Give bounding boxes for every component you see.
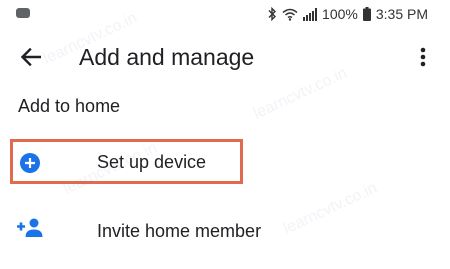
invite-home-member-label: Invite home member: [97, 221, 262, 241]
bluetooth-icon: [267, 7, 277, 21]
overflow-menu-button[interactable]: [410, 44, 436, 74]
invite-home-member-item[interactable]: Invite home member: [0, 206, 450, 254]
more-vert-icon: [420, 47, 426, 72]
notification-icon: [16, 8, 30, 18]
signal-icon: [303, 7, 318, 21]
battery-percent: 100%: [322, 6, 358, 22]
add-circle-icon: [19, 152, 41, 174]
status-bar: 100% 3:35 PM: [0, 0, 450, 28]
set-up-device-label: Set up device: [97, 152, 207, 172]
app-bar: Add and manage: [0, 36, 450, 80]
arrow-back-icon: [20, 47, 42, 71]
set-up-device-item[interactable]: Set up device: [0, 138, 450, 186]
section-heading: Add to home: [18, 96, 121, 116]
status-icons: 100% 3:35 PM: [267, 6, 428, 22]
back-button[interactable]: [14, 42, 48, 76]
battery-icon: [362, 7, 371, 21]
person-add-icon: [17, 217, 45, 239]
page-title: Add and manage: [79, 44, 255, 70]
clock: 3:35 PM: [375, 6, 428, 22]
wifi-icon: [282, 8, 298, 21]
